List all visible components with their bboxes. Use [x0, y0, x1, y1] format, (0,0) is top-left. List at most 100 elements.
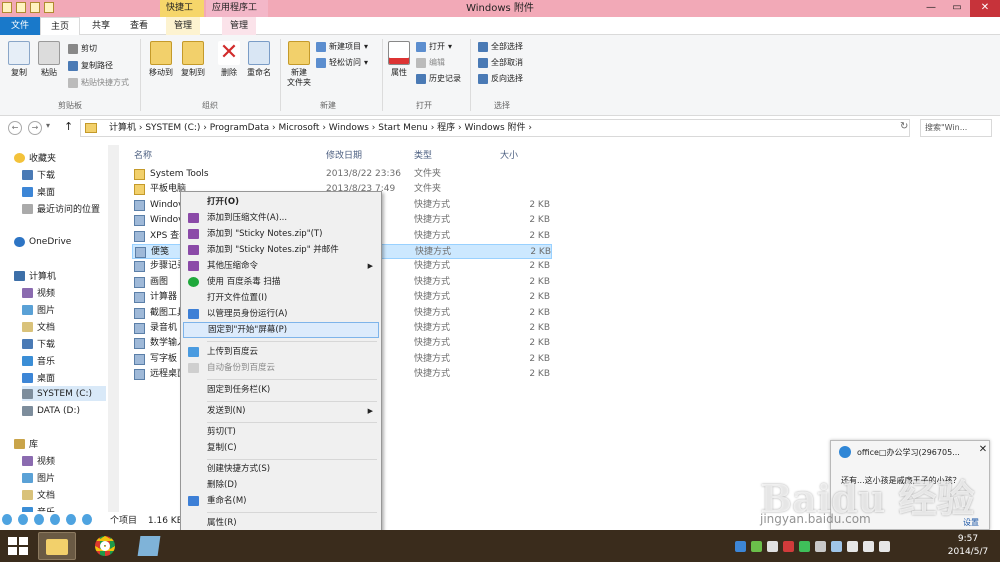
system-tray[interactable]: [735, 538, 940, 554]
rename-button[interactable]: 重命名: [244, 39, 274, 78]
tab-share[interactable]: 共享: [84, 17, 118, 35]
nav-scrollbar[interactable]: [108, 145, 119, 515]
search-input[interactable]: 搜索"Win...: [920, 119, 992, 137]
menu-rename[interactable]: 重命名(M): [183, 493, 379, 509]
tab-manage-app[interactable]: 管理: [222, 17, 257, 35]
easy-access-button[interactable]: 轻松访问 ▾: [316, 55, 368, 71]
tray-icon[interactable]: [879, 540, 890, 552]
select-all-button[interactable]: 全部选择: [478, 39, 523, 55]
paste-shortcut-button[interactable]: 粘贴快捷方式: [68, 75, 129, 91]
menu-other-compress[interactable]: 其他压缩命令 ▶: [183, 258, 379, 274]
file-name: 计算器: [150, 292, 178, 303]
nav-drive-c[interactable]: SYSTEM (C:): [22, 386, 106, 401]
tray-icon[interactable]: [751, 540, 762, 552]
menu-create-shortcut[interactable]: 创建快捷方式(S): [183, 461, 379, 477]
copy-path-button[interactable]: 复制路径: [68, 58, 113, 74]
tab-view[interactable]: 查看: [122, 17, 156, 35]
menu-add-archive[interactable]: 添加到压缩文件(A)...: [183, 210, 379, 226]
menu-open-location[interactable]: 打开文件位置(I): [183, 290, 379, 306]
backup-icon: [188, 363, 199, 373]
select-none-button[interactable]: 全部取消: [478, 55, 523, 71]
menu-baidu-scan[interactable]: 使用 百度杀毒 扫描: [183, 274, 379, 290]
ribbon-tabs: 文件 主页 共享 查看 管理 管理: [0, 17, 1000, 35]
forward-button[interactable]: →: [28, 121, 42, 135]
windows-start-icon[interactable]: [8, 537, 28, 555]
nav-lib-videos[interactable]: 视频: [22, 453, 55, 468]
address-bar[interactable]: 计算机 › SYSTEM (C:) › ProgramData › Micros…: [80, 119, 910, 137]
new-item-button[interactable]: 新建项目 ▾: [316, 39, 368, 55]
restore-button[interactable]: ▭: [944, 0, 970, 17]
column-header-size[interactable]: 大小: [500, 148, 518, 161]
column-header-name[interactable]: 名称: [134, 148, 152, 161]
menu-run-admin[interactable]: 以管理员身份运行(A): [183, 306, 379, 322]
tray-icon[interactable]: [847, 540, 858, 552]
refresh-icon[interactable]: ↻: [900, 121, 908, 132]
history-button[interactable]: 历史记录: [416, 71, 461, 87]
nav-library[interactable]: 库: [14, 436, 38, 451]
nav-downloads-2[interactable]: 下载: [22, 336, 55, 351]
nav-computer[interactable]: 计算机: [14, 268, 56, 283]
menu-auto-backup[interactable]: 自动备份到百度云: [183, 360, 379, 376]
nav-pictures[interactable]: 图片: [22, 302, 55, 317]
nav-downloads[interactable]: 下载: [22, 167, 55, 182]
tray-icon[interactable]: [783, 540, 794, 552]
nav-documents[interactable]: 文档: [22, 319, 55, 334]
nav-recent[interactable]: 最近访问的位置: [22, 201, 100, 216]
paste-button[interactable]: 粘贴: [34, 39, 64, 78]
menu-add-zip[interactable]: 添加到 "Sticky Notes.zip"(T): [183, 226, 379, 242]
nav-onedrive[interactable]: OneDrive: [14, 234, 71, 249]
tray-icon[interactable]: [735, 540, 746, 552]
copy-to-button[interactable]: 复制到: [178, 39, 208, 78]
menu-pin-taskbar[interactable]: 固定到任务栏(K): [183, 382, 379, 398]
nav-desktop-2[interactable]: 桌面: [22, 370, 55, 385]
nav-favorites[interactable]: 收藏夹: [14, 150, 56, 165]
tray-icon[interactable]: [815, 540, 826, 552]
context-tab-app-tools[interactable]: 应用程序工具: [206, 0, 268, 30]
tab-manage-shortcut[interactable]: 管理: [166, 17, 201, 35]
tab-file[interactable]: 文件: [0, 17, 40, 35]
properties-button[interactable]: 属性: [384, 39, 414, 78]
taskbar-app[interactable]: [130, 532, 168, 560]
menu-add-zip-mail[interactable]: 添加到 "Sticky Notes.zip" 并邮件: [183, 242, 379, 258]
tray-icon[interactable]: [863, 540, 874, 552]
recent-dropdown-icon[interactable]: ▾: [46, 121, 50, 130]
context-tab-shortcut-tools[interactable]: 快捷工具: [160, 0, 204, 30]
tab-home[interactable]: 主页: [40, 17, 80, 35]
nav-music[interactable]: 音乐: [22, 353, 55, 368]
tray-icon[interactable]: [799, 540, 810, 552]
menu-properties[interactable]: 属性(R): [183, 515, 379, 531]
copy-button[interactable]: 复制: [4, 39, 34, 78]
move-to-button[interactable]: 移动到: [146, 39, 176, 78]
new-folder-button[interactable]: 新建 文件夹: [284, 39, 314, 88]
menu-upload-baidu[interactable]: 上传到百度云: [183, 344, 379, 360]
nav-drive-d[interactable]: DATA (D:): [22, 403, 80, 418]
nav-lib-pictures[interactable]: 图片: [22, 470, 55, 485]
open-button[interactable]: 打开 ▾: [416, 39, 452, 55]
nav-lib-documents[interactable]: 文档: [22, 487, 55, 502]
taskbar-explorer[interactable]: [38, 532, 76, 560]
tray-icon[interactable]: [831, 540, 842, 552]
up-arrow-icon[interactable]: ↑: [64, 120, 73, 133]
menu-copy[interactable]: 复制(C): [183, 440, 379, 456]
cut-button[interactable]: 剪切: [68, 41, 97, 57]
menu-open[interactable]: 打开(O): [183, 194, 379, 210]
menu-pin-start[interactable]: 固定到"开始"屏幕(P): [183, 322, 379, 338]
table-row[interactable]: System Tools 2013/8/22 23:36 文件夹: [132, 167, 552, 182]
column-header-type[interactable]: 类型: [414, 148, 432, 161]
minimize-button[interactable]: —: [918, 0, 944, 17]
nav-videos[interactable]: 视频: [22, 285, 55, 300]
notification-close-button[interactable]: ✕: [977, 444, 989, 456]
invert-selection-button[interactable]: 反向选择: [478, 71, 523, 87]
edit-button[interactable]: 编辑: [416, 55, 445, 71]
menu-cut[interactable]: 剪切(T): [183, 424, 379, 440]
nav-desktop[interactable]: 桌面: [22, 184, 55, 199]
taskbar-chrome[interactable]: [86, 532, 124, 560]
menu-send-to[interactable]: 发送到(N) ▶: [183, 403, 379, 419]
back-button[interactable]: ←: [8, 121, 22, 135]
menu-delete[interactable]: 删除(D): [183, 477, 379, 493]
delete-button[interactable]: ✕ 删除: [214, 39, 244, 78]
close-button[interactable]: ✕: [970, 0, 1000, 17]
taskbar-clock[interactable]: 9:57 2014/5/7: [940, 533, 996, 559]
tray-icon[interactable]: [767, 540, 778, 552]
column-header-date[interactable]: 修改日期: [326, 148, 362, 161]
